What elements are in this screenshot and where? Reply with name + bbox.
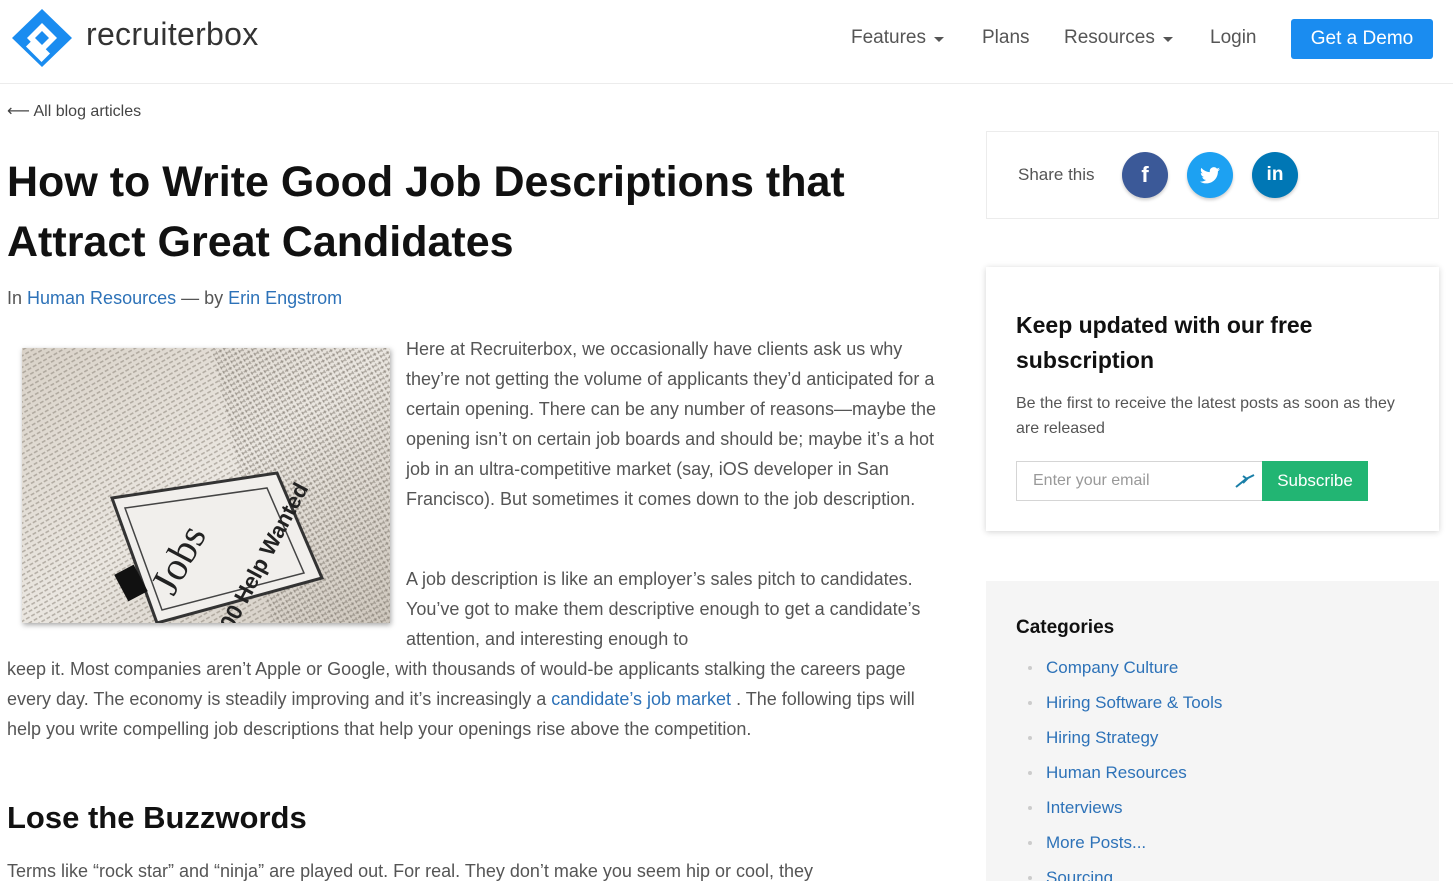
twitter-icon [1200,166,1220,183]
bullet-icon [1028,876,1032,880]
jobs-newspaper-image: Jobs 00 Help Wanted [22,348,390,623]
category-item[interactable]: Interviews [1016,796,1222,831]
site-header: recruiterbox Features Plans Resources Lo… [0,0,1453,84]
article-paragraph-2-full: keep it. Most companies aren’t Apple or … [7,654,937,744]
category-item[interactable]: Hiring Software & Tools [1016,691,1222,726]
byline-separator: — by [181,288,224,308]
bullet-icon [1028,806,1032,810]
bullet-icon [1028,666,1032,670]
nav-login-label: Login [1210,27,1257,48]
bullet-icon [1028,841,1032,845]
linkedin-share-button[interactable]: in [1252,152,1298,198]
caret-down-icon [933,36,944,42]
all-blog-articles-link[interactable]: ⟵ All blog articles [7,101,141,121]
autofill-key-icon[interactable] [1234,472,1256,490]
subscribe-button[interactable]: Subscribe [1262,461,1368,501]
linkedin-icon: in [1266,164,1284,185]
share-box: Share this f in [986,131,1439,219]
email-placeholder: Enter your email [1033,472,1150,489]
nav-login[interactable]: Login [1210,27,1257,49]
nav-features[interactable]: Features [851,27,944,49]
bullet-icon [1028,771,1032,775]
recruiterbox-logo-icon[interactable] [10,7,74,69]
article-paragraph-2-wrap: A job description is like an employer’s … [406,569,921,649]
author-link[interactable]: Erin Engstrom [228,288,342,308]
caret-down-icon [1162,36,1173,42]
nav-resources-label: Resources [1064,27,1155,48]
subscription-box: Keep updated with our free subscription … [986,267,1439,531]
categories-list: Company Culture Hiring Software & Tools … [1016,656,1222,881]
category-item[interactable]: Human Resources [1016,761,1222,796]
category-label: Sourcing [1046,868,1114,881]
article-paragraph-3: Terms like “rock star” and “ninja” are p… [7,861,814,881]
bullet-icon [1028,736,1032,740]
category-item[interactable]: Sourcing [1016,866,1222,881]
category-label: Interviews [1046,798,1123,817]
twitter-share-button[interactable] [1187,152,1233,198]
email-field[interactable]: Enter your email [1016,461,1262,501]
facebook-icon: f [1141,162,1149,187]
category-item[interactable]: More Posts... [1016,831,1222,866]
category-link[interactable]: Human Resources [27,288,176,308]
nav-plans[interactable]: Plans [982,27,1030,49]
logo-text[interactable]: recruiterbox [86,16,259,53]
facebook-share-button[interactable]: f [1122,152,1168,198]
get-demo-button[interactable]: Get a Demo [1291,19,1433,59]
article-byline: In Human Resources — by Erin Engstrom [7,288,342,309]
category-label: Company Culture [1046,658,1179,677]
category-label: Hiring Software & Tools [1046,693,1223,712]
category-label: More Posts... [1046,833,1147,852]
category-label: Human Resources [1046,763,1187,782]
bullet-icon [1028,701,1032,705]
category-item[interactable]: Company Culture [1016,656,1222,691]
category-item[interactable]: Hiring Strategy [1016,726,1222,761]
subscription-title: Keep updated with our free subscription [1016,312,1313,373]
nav-plans-label: Plans [982,27,1030,48]
category-label: Hiring Strategy [1046,728,1159,747]
article-title: How to Write Good Job Descriptions that … [7,158,845,266]
share-label: Share this [1018,165,1095,184]
nav-features-label: Features [851,27,926,48]
nav-resources[interactable]: Resources [1064,27,1173,49]
subscription-description: Be the first to receive the latest posts… [1016,395,1395,437]
categories-title: Categories [1016,617,1115,638]
byline-prefix: In [7,288,23,308]
section-heading: Lose the Buzzwords [7,800,307,835]
candidates-job-market-link[interactable]: candidate’s job market [551,689,731,709]
article-paragraph-1: Here at Recruiterbox, we occasionally ha… [406,339,936,509]
categories-box: Categories Company Culture Hiring Softwa… [986,581,1439,881]
